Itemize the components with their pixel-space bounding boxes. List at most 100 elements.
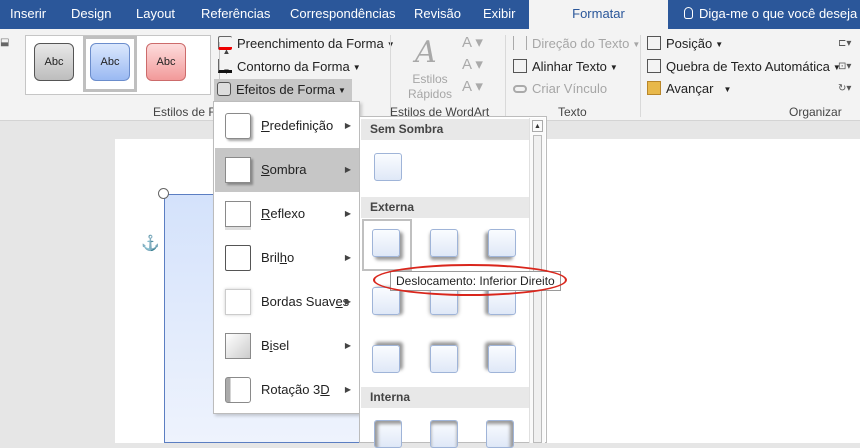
menu-item-rotacao-3d[interactable]: Rotação 3D ▶ bbox=[215, 368, 359, 412]
shadow-outer-top-right[interactable] bbox=[372, 345, 400, 373]
menu-item-reflexo[interactable]: Reflexo ▶ bbox=[215, 192, 359, 236]
menu-item-brilho[interactable]: Brilho ▶ bbox=[215, 236, 359, 280]
menu-item-bordas-suaves[interactable]: Bordas Suaves ▶ bbox=[215, 280, 359, 324]
shadow-outer-top[interactable] bbox=[430, 345, 458, 373]
ribbon-tab-bar: Inserir Design Layout Referências Corres… bbox=[0, 0, 860, 29]
highlight-ellipse bbox=[373, 264, 567, 296]
group-icon[interactable]: ⊡▾ bbox=[838, 57, 851, 77]
submenu-arrow-icon: ▶ bbox=[344, 165, 351, 174]
menu-item-predefinicao[interactable]: Predefinição ▶ bbox=[215, 104, 359, 148]
rotation-handle[interactable] bbox=[158, 188, 169, 199]
shape-style-blue[interactable]: Abc bbox=[90, 43, 130, 81]
shadow-inner-top[interactable] bbox=[430, 420, 458, 448]
submenu-arrow-icon: ▶ bbox=[344, 297, 351, 306]
quick-styles-a-icon: A bbox=[415, 35, 437, 70]
shape-effects-menu: Predefinição ▶ Sombra ▶ Reflexo ▶ Brilho ▶ B… bbox=[213, 101, 360, 414]
section-interna: Interna bbox=[361, 387, 529, 408]
shape-fill-label: Preenchimento da Forma bbox=[237, 36, 384, 51]
bring-forward-label: Avançar bbox=[666, 81, 714, 96]
submenu-arrow-icon: ▶ bbox=[344, 385, 351, 394]
shape-effects-icon bbox=[217, 82, 231, 96]
text-direction-label: Direção do Texto bbox=[532, 36, 630, 51]
anchor-icon: ⚓ bbox=[141, 235, 160, 252]
rotation-3d-thumbnail bbox=[225, 377, 251, 403]
preset-thumbnail bbox=[225, 113, 251, 139]
menu-item-label: Bordas Suaves bbox=[261, 294, 350, 309]
shadow-outer-bottom-left[interactable] bbox=[488, 229, 516, 257]
shadow-inner-top-left[interactable] bbox=[374, 420, 402, 448]
shadow-inner-top-right[interactable] bbox=[486, 420, 514, 448]
submenu-arrow-icon: ▶ bbox=[344, 253, 351, 262]
shape-effects-button[interactable]: Efeitos de Forma ▼ bbox=[214, 79, 352, 101]
shadow-outer-bottom-right[interactable] bbox=[372, 229, 400, 257]
group-separator bbox=[640, 35, 641, 117]
tab-referencias[interactable]: Referências bbox=[201, 0, 270, 29]
tab-design[interactable]: Design bbox=[71, 0, 111, 29]
tab-revisao[interactable]: Revisão bbox=[414, 0, 461, 29]
tell-me-box[interactable]: Diga-me o que você deseja fazer bbox=[684, 0, 860, 29]
tab-formatar[interactable]: Formatar bbox=[529, 0, 668, 29]
align-icon[interactable]: ⊏▾ bbox=[838, 34, 851, 54]
chevron-down-icon: ▼ bbox=[715, 40, 724, 49]
shape-styles-group-label: Estilos de Fo bbox=[153, 105, 223, 119]
wrap-text-button[interactable]: Quebra de Texto Automática ▼ bbox=[647, 57, 841, 77]
submenu-arrow-icon: ▶ bbox=[344, 341, 351, 350]
arrange-group-label: Organizar bbox=[789, 105, 842, 119]
chevron-down-icon: ▼ bbox=[723, 85, 732, 94]
align-text-label: Alinhar Texto bbox=[532, 59, 607, 74]
section-sem-sombra: Sem Sombra bbox=[361, 119, 529, 140]
bevel-thumbnail bbox=[225, 333, 251, 359]
tab-exibir[interactable]: Exibir bbox=[483, 0, 516, 29]
group-separator bbox=[505, 35, 506, 117]
position-button[interactable]: Posição ▼ bbox=[647, 34, 723, 54]
menu-item-label: Bisel bbox=[261, 338, 290, 353]
scroll-up-icon[interactable]: ▲ bbox=[532, 120, 543, 132]
create-link-button[interactable]: Criar Vínculo bbox=[513, 79, 607, 99]
align-text-button[interactable]: Alinhar Texto ▼ bbox=[513, 57, 618, 77]
menu-item-sombra[interactable]: Sombra ▶ bbox=[215, 148, 359, 192]
quick-styles-label[interactable]: Estilos Rápidos bbox=[408, 72, 452, 102]
menu-item-bisel[interactable]: Bisel ▶ bbox=[215, 324, 359, 368]
text-direction-icon bbox=[513, 36, 527, 50]
shadow-outer-bottom[interactable] bbox=[430, 229, 458, 257]
shape-fill-button[interactable]: Preenchimento da Forma▼ bbox=[218, 34, 395, 54]
ribbon: ⬓ Abc Abc Abc ▲ ▼ ▾ Preenchimento da For… bbox=[0, 29, 860, 121]
text-group-label: Texto bbox=[558, 105, 587, 119]
section-externa: Externa bbox=[361, 197, 529, 218]
collapsed-group-icon[interactable]: ⬓ bbox=[0, 33, 9, 53]
position-label: Posição bbox=[666, 36, 713, 51]
chevron-down-icon: ▼ bbox=[609, 63, 618, 72]
shadow-outer-right[interactable] bbox=[372, 287, 400, 315]
tab-layout[interactable]: Layout bbox=[136, 0, 175, 29]
lightbulb-icon bbox=[684, 7, 693, 19]
menu-item-label: Brilho bbox=[261, 250, 295, 265]
menu-item-label: Sombra bbox=[261, 162, 307, 177]
rotate-icon[interactable]: ↻▾ bbox=[838, 79, 851, 99]
shape-outline-button[interactable]: Contorno da Forma ▼ bbox=[218, 57, 361, 77]
shadow-thumbnail bbox=[225, 157, 251, 183]
wrap-text-icon bbox=[647, 59, 661, 73]
paint-bucket-icon bbox=[218, 36, 232, 50]
pen-icon bbox=[218, 59, 232, 73]
text-outline-icon[interactable]: A ▾ bbox=[462, 55, 483, 73]
create-link-label: Criar Vínculo bbox=[532, 81, 608, 96]
bring-forward-button[interactable]: Avançar ▼ bbox=[647, 79, 731, 99]
text-direction-button[interactable]: Direção do Texto ▼ bbox=[513, 34, 640, 54]
shadow-outer-top-left[interactable] bbox=[488, 345, 516, 373]
shape-styles-gallery: Abc Abc Abc ▲ ▼ ▾ bbox=[25, 35, 230, 102]
text-effects-icon[interactable]: A ▾ bbox=[462, 77, 483, 95]
submenu-arrow-icon: ▶ bbox=[344, 121, 351, 130]
submenu-arrow-icon: ▶ bbox=[344, 209, 351, 218]
shape-style-gray[interactable]: Abc bbox=[34, 43, 74, 81]
tab-inserir[interactable]: Inserir bbox=[10, 0, 46, 29]
menu-item-label: Predefinição bbox=[261, 118, 334, 133]
tab-correspondencias[interactable]: Correspondências bbox=[290, 0, 396, 29]
chevron-down-icon: ▼ bbox=[352, 63, 361, 72]
position-icon bbox=[647, 36, 661, 50]
wrap-text-label: Quebra de Texto Automática bbox=[666, 59, 830, 74]
shape-style-red[interactable]: Abc bbox=[146, 43, 186, 81]
text-fill-icon[interactable]: A ▾ bbox=[462, 33, 483, 51]
chevron-down-icon: ▼ bbox=[338, 86, 346, 95]
shadow-none-swatch[interactable] bbox=[374, 153, 402, 181]
shape-outline-label: Contorno da Forma bbox=[237, 59, 350, 74]
